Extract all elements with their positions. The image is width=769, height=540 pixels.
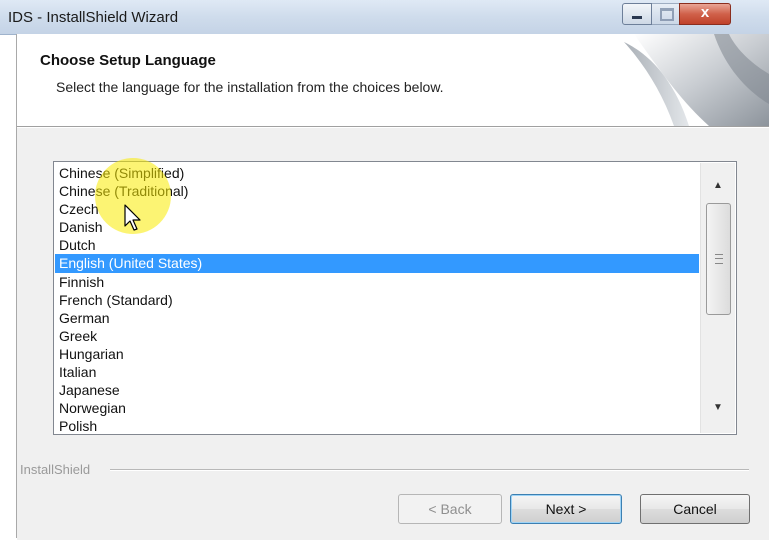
minimize-icon	[632, 16, 642, 19]
list-item[interactable]: German	[55, 309, 699, 327]
list-item[interactable]: Japanese	[55, 381, 699, 399]
close-icon: x	[700, 4, 710, 21]
minimize-button[interactable]	[622, 3, 652, 25]
list-item[interactable]: Norwegian	[55, 399, 699, 417]
list-item[interactable]: Dutch	[55, 236, 699, 254]
list-item[interactable]: Polish	[55, 417, 699, 434]
mouse-pointer-icon	[124, 204, 141, 231]
list-item[interactable]: Finnish	[55, 273, 699, 291]
maximize-icon	[660, 8, 674, 21]
list-item[interactable]: Hungarian	[55, 345, 699, 363]
footer-divider-highlight	[110, 470, 749, 471]
listbox-scrollbar[interactable]: ▲ ▼	[700, 163, 735, 433]
list-item[interactable]: French (Standard)	[55, 291, 699, 309]
list-item[interactable]: Italian	[55, 363, 699, 381]
window-title: IDS - InstallShield Wizard	[8, 9, 179, 26]
grip-icon	[715, 254, 723, 264]
close-button[interactable]: x	[679, 3, 731, 25]
installshield-label: InstallShield	[20, 462, 95, 477]
scroll-thumb[interactable]	[706, 203, 731, 315]
maximize-button	[651, 3, 680, 25]
next-button[interactable]: Next >	[510, 494, 622, 524]
title-bar[interactable]: IDS - InstallShield Wizard x	[0, 0, 769, 35]
list-item-selected[interactable]: English (United States)	[55, 254, 699, 273]
list-item[interactable]: Greek	[55, 327, 699, 345]
back-button[interactable]: < Back	[398, 494, 502, 524]
cancel-button[interactable]: Cancel	[640, 494, 750, 524]
scroll-up-button[interactable]: ▲	[701, 169, 735, 203]
scroll-down-button[interactable]: ▼	[701, 391, 735, 425]
